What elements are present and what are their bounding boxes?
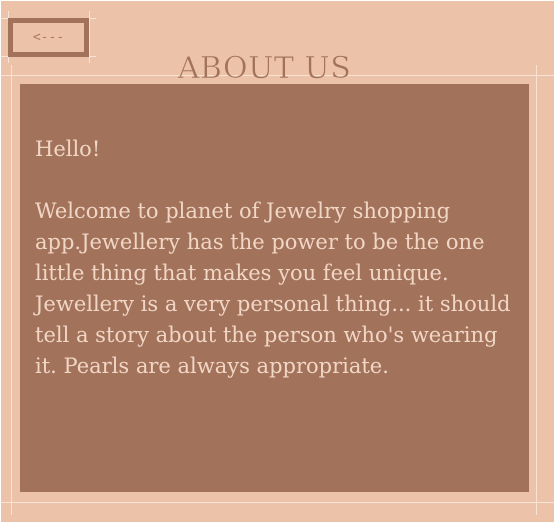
page-title: ABOUT US (177, 51, 352, 87)
back-button-inner[interactable]: <--- (13, 23, 84, 52)
about-content: Hello! Welcome to planet of Jewelry shop… (35, 134, 520, 382)
frame-line-bottom (1, 502, 554, 503)
greeting-text: Hello! (35, 137, 101, 161)
about-paragraph-1: Welcome to planet of Jewelry shopping ap… (35, 199, 485, 285)
about-page: <--- ABOUT US Hello! Welcome to planet o… (1, 1, 554, 522)
about-panel: Hello! Welcome to planet of Jewelry shop… (20, 84, 529, 492)
about-paragraph-2: Jewellery is a very personal thing... it… (35, 292, 511, 378)
frame-line-left (11, 65, 12, 515)
frame-line-right (536, 65, 537, 515)
back-arrow-icon: <--- (32, 30, 65, 45)
